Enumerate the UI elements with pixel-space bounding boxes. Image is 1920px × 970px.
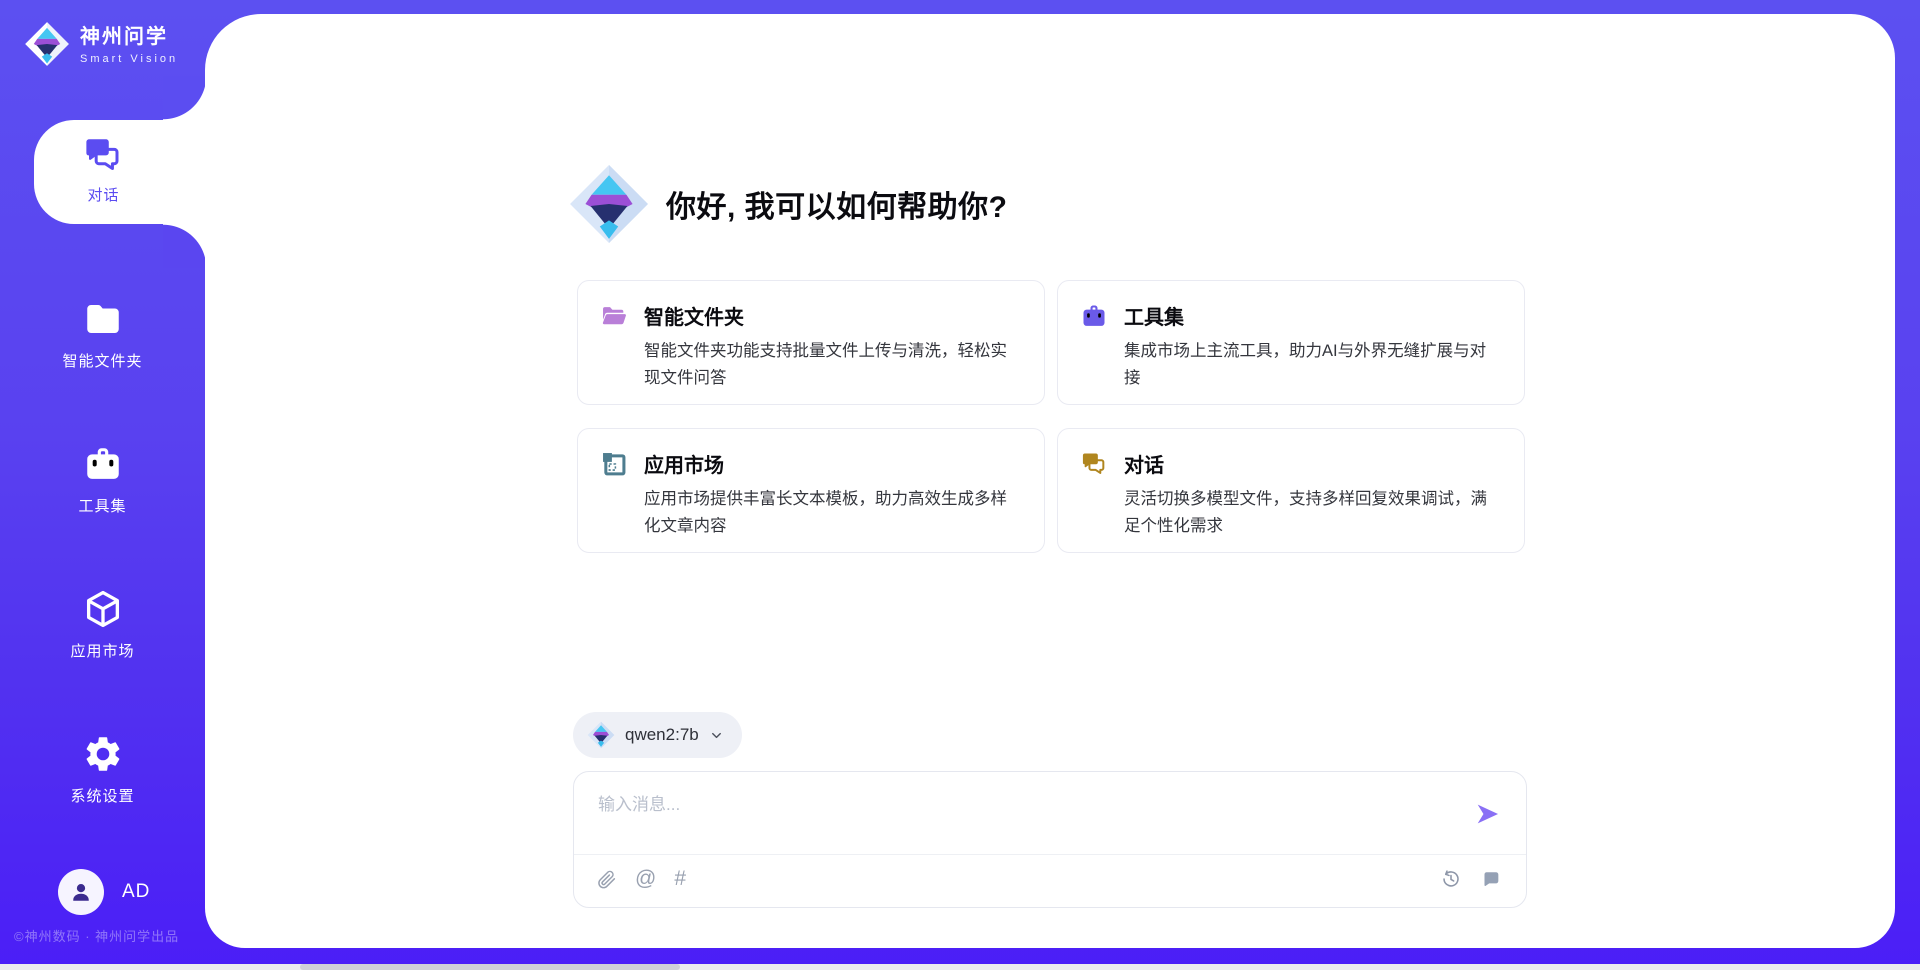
brand-logo: 神州问学 Smart Vision	[24, 20, 205, 67]
toolbox-icon	[1080, 302, 1108, 330]
sidebar-item-smart-folder[interactable]: 智能文件夹	[0, 298, 205, 371]
composer-tools: @ #	[596, 868, 686, 890]
sidebar-item-label: 工具集	[0, 495, 205, 516]
card-smart-folder[interactable]: 智能文件夹 智能文件夹功能支持批量文件上传与清洗，轻松实现文件问答	[577, 280, 1045, 405]
horizontal-scrollbar[interactable]	[0, 964, 1920, 970]
message-composer: @ #	[573, 771, 1527, 908]
brand-tagline: Smart Vision	[80, 53, 178, 65]
card-chat[interactable]: 对话 灵活切换多模型文件，支持多样回复效果调试，满足个性化需求	[1057, 428, 1525, 553]
brand-name: 神州问学	[80, 26, 168, 48]
cube-icon	[0, 588, 205, 630]
history-icon[interactable]	[1440, 868, 1462, 890]
card-description: 集成市场上主流工具，助力AI与外界无缝扩展与对接	[1124, 338, 1502, 392]
diamond-gem-icon	[587, 721, 615, 749]
greeting-title: 你好, 我可以如何帮助你?	[666, 182, 1008, 226]
sidebar-item-settings[interactable]: 系统设置	[0, 733, 205, 806]
sidebar: 神州问学 Smart Vision 对话 智能文件夹 工具集	[0, 0, 205, 970]
sidebar-item-label: 智能文件夹	[0, 350, 205, 371]
card-app-market[interactable]: 应用市场 应用市场提供丰富长文本模板，助力高效生成多样化文章内容	[577, 428, 1045, 553]
sidebar-item-app-market[interactable]: 应用市场	[0, 588, 205, 661]
app-grid-icon	[600, 450, 628, 478]
toolbox-icon	[0, 443, 205, 485]
greeting: 你好, 我可以如何帮助你?	[568, 163, 1008, 245]
feature-cards: 智能文件夹 智能文件夹功能支持批量文件上传与清洗，轻松实现文件问答 工具集 集成…	[577, 280, 1527, 553]
sidebar-item-chat[interactable]: 对话	[34, 120, 207, 224]
avatar	[58, 869, 104, 915]
user-account[interactable]: AD	[58, 869, 150, 915]
card-title: 应用市场	[644, 449, 724, 478]
send-icon[interactable]	[1474, 800, 1502, 828]
folder-icon	[0, 298, 205, 340]
card-title: 智能文件夹	[644, 301, 744, 330]
diamond-gem-icon	[568, 163, 650, 245]
model-selector[interactable]: qwen2:7b	[573, 712, 742, 758]
gear-icon	[0, 733, 205, 775]
sidebar-item-label: 系统设置	[0, 785, 205, 806]
card-description: 应用市场提供丰富长文本模板，助力高效生成多样化文章内容	[644, 486, 1022, 540]
composer-divider	[574, 854, 1526, 855]
diamond-gem-icon	[24, 21, 70, 67]
folder-open-icon	[600, 302, 628, 330]
message-input[interactable]	[596, 788, 1460, 846]
copyright-footer: ©神州数码 · 神州问学出品	[14, 926, 179, 945]
chevron-down-icon	[709, 728, 724, 743]
card-toolset[interactable]: 工具集 集成市场上主流工具，助力AI与外界无缝扩展与对接	[1057, 280, 1525, 405]
main-content: 你好, 我可以如何帮助你? 智能文件夹 智能文件夹功能支持批量文件上传与清洗，轻…	[205, 14, 1895, 948]
user-name: AD	[122, 881, 150, 903]
user-icon	[66, 877, 96, 907]
chat-icon	[1080, 450, 1108, 478]
sidebar-item-label: 对话	[0, 184, 207, 205]
card-description: 智能文件夹功能支持批量文件上传与清洗，轻松实现文件问答	[644, 338, 1022, 392]
model-name: qwen2:7b	[625, 725, 699, 745]
sidebar-item-label: 应用市场	[0, 640, 205, 661]
sidebar-item-toolset[interactable]: 工具集	[0, 443, 205, 516]
chat-icon	[34, 134, 207, 176]
paperclip-icon[interactable]	[596, 869, 617, 890]
card-title: 对话	[1124, 449, 1164, 478]
card-description: 灵活切换多模型文件，支持多样回复效果调试，满足个性化需求	[1124, 486, 1502, 540]
card-title: 工具集	[1124, 301, 1184, 330]
chat-bubble-icon[interactable]	[1480, 868, 1502, 890]
mention-icon[interactable]: @	[635, 868, 656, 890]
app-window: 神州问学 Smart Vision 对话 智能文件夹 工具集	[0, 0, 1920, 970]
scrollbar-thumb[interactable]	[300, 964, 680, 970]
hashtag-icon[interactable]: #	[674, 868, 686, 890]
composer-right-tools	[1440, 868, 1502, 890]
